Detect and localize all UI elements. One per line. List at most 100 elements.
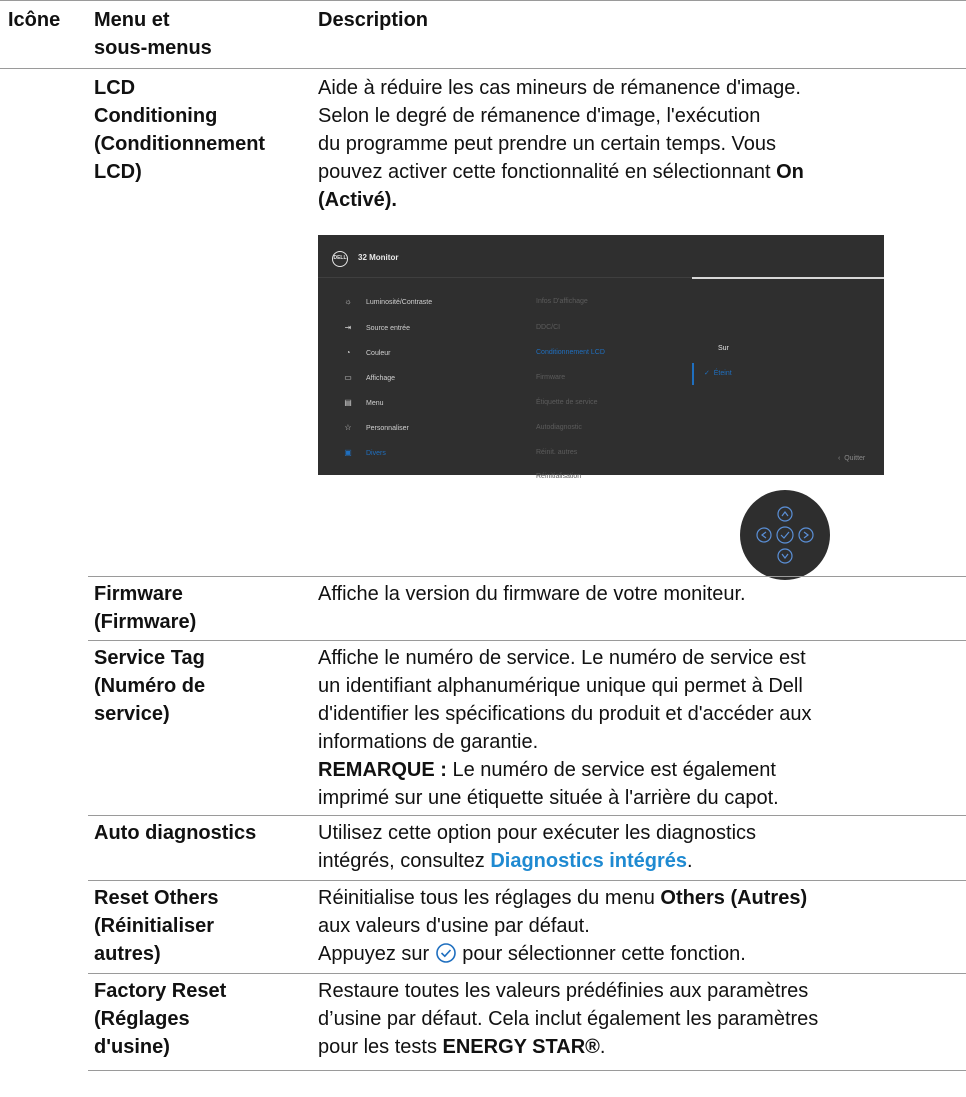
osd-item-label: Personnaliser [366,425,409,432]
desc-bold-active: (Activé). [318,189,397,211]
osd-item-display[interactable]: ▭ Affichage [342,372,522,384]
osd-sub-factory-reset[interactable]: Réinitialisation [536,471,581,483]
menu-line: (Conditionnement [94,133,266,155]
osd-item-label: Menu [366,400,384,407]
osd-item-menu[interactable]: ▤ Menu [342,397,522,409]
osd-item-brightness[interactable]: ☼ Luminosité/Contraste [342,296,522,308]
menu-reset-others: Reset Others (Réinitialiser autres) [94,884,316,968]
menu-line: service) [94,703,170,725]
desc-text: Appuyez sur [318,943,435,965]
osd-quit-label: Quitter [844,455,866,462]
row-rule [88,815,966,816]
osd-option-off[interactable]: ✓ Éteint [704,368,732,380]
desc-text: . [599,1036,606,1058]
joystick-icon [740,490,830,580]
desc-line: d'identifier les spécifications du produ… [318,703,812,725]
menu-line: d'usine) [94,1036,170,1058]
menu-line: Auto diagnostics [94,822,257,844]
osd-item-color[interactable]: ◔ Couleur [342,347,522,359]
menu-line: Reset Others [94,887,219,909]
note-text: Le numéro de service est également [446,759,776,781]
osd-sub-self-diagnostic[interactable]: Autodiagnostic [536,422,582,434]
osd-selection-bar [692,363,694,385]
desc-line: informations de garantie. [318,731,539,753]
menu-lcd-conditioning: LCD Conditioning (Conditionnement LCD) [94,74,316,186]
osd-item-personalize[interactable]: ☆ Personnaliser [342,422,522,434]
osd-sub-reset-others[interactable]: Réinit. autres [536,447,577,459]
osd-item-others[interactable]: ▣ Divers [342,447,522,459]
menu-line: (Réglages [94,1008,190,1030]
desc-line: imprimé sur une étiquette située à l'arr… [318,787,779,809]
menu-line: (Numéro de [94,675,206,697]
osd-quit-button[interactable]: ‹ Quitter [838,455,865,462]
row-rule [88,640,966,641]
osd-sub-lcd-conditioning[interactable]: Conditionnement LCD [536,347,605,359]
desc-line: Affiche le numéro de service. Le numéro … [318,647,806,669]
osd-item-input-source[interactable]: ⇥ Source entrée [342,322,522,334]
table-bottom-rule [88,1070,966,1071]
osd-sub-display-info[interactable]: Infos D'affichage [536,296,588,308]
diagnostics-link[interactable]: Diagnostics intégrés [490,850,687,872]
osd-title: 32 Monitor [358,253,399,262]
desc-bold: ENERGY STAR® [442,1036,600,1058]
menu-line: (Réinitialiser [94,915,215,937]
desc-reset-others: Réinitialise tous les réglages du menu O… [318,884,948,968]
joystick-arrows-icon [756,506,814,564]
desc-line: Réinitialise tous les réglages du menu O… [318,884,948,912]
osd-sub-firmware[interactable]: Firmware [536,372,565,384]
osd-monitor-menu: DELL 32 Monitor ☼ Luminosité/Contraste ⇥ S… [318,235,884,480]
desc-service-tag: Affiche le numéro de service. Le numéro … [318,644,948,812]
desc-line: pouvez activer cette fonctionnalité en s… [318,158,948,186]
header-rule [0,68,966,69]
color-icon: ◔ [345,348,351,357]
check-circle-icon [435,943,456,963]
desc-line: Utilisez cette option pour exécuter les … [318,822,757,844]
desc-text: Réinitialise tous les réglages du menu [318,887,661,909]
menu-icon: ▤ [344,398,352,407]
chevron-left-icon: ‹ [838,455,841,462]
desc-line: Appuyez sur pour sélectionner cette fonc… [318,940,948,968]
osd-sub-service-tag[interactable]: Étiquette de service [536,397,597,409]
menu-auto-diagnostics: Auto diagnostics [94,819,316,847]
desc-text: . [687,850,693,872]
desc-text: pour les tests [318,1036,443,1058]
others-icon: ▣ [344,448,352,457]
header-menu-line2: sous-menus [94,37,212,59]
menu-line: (Firmware) [94,611,197,633]
menu-line: Firmware [94,583,183,605]
menu-line: LCD [94,77,136,99]
osd-sub-ddcci[interactable]: DDC/CI [536,322,560,334]
brightness-icon: ☼ [344,297,352,306]
desc-line: pour les tests ENERGY STAR®. [318,1033,948,1061]
row-rule [88,576,966,577]
desc-text: intégrés, consultez [318,850,491,872]
menu-line: Service Tag [94,647,205,669]
osd-option-on[interactable]: Sur [718,343,729,355]
header-description: Description [318,9,429,31]
menu-firmware: Firmware (Firmware) [94,580,316,636]
note-line: REMARQUE : Le numéro de service est égal… [318,756,948,784]
osd-option-off-label: Éteint [713,370,732,377]
desc-line: intégrés, consultez Diagnostics intégrés… [318,847,948,875]
desc-line: d’usine par défaut. Cela inclut égalemen… [318,1008,819,1030]
row-rule [88,973,966,974]
desc-bold-on: On [776,161,804,183]
display-icon: ▭ [344,373,352,382]
desc-auto-diagnostics: Utilisez cette option pour exécuter les … [318,819,948,875]
input-source-icon: ⇥ [344,323,352,332]
star-icon: ☆ [344,423,352,432]
osd-item-label: Source entrée [366,325,410,332]
osd-item-label: Luminosité/Contraste [366,299,433,306]
menu-factory-reset: Factory Reset (Réglages d'usine) [94,977,316,1061]
header-menu-line1: Menu et [94,9,170,31]
osd-highlight-bar [692,277,884,279]
header-icon: Icône [8,9,61,31]
table-top-rule [0,0,966,1]
dell-logo-icon: DELL [332,251,348,267]
menu-service-tag: Service Tag (Numéro de service) [94,644,316,728]
menu-line: Conditioning [94,105,218,127]
desc-line: Affiche la version du firmware de votre … [318,583,746,605]
row-rule [88,880,966,881]
desc-line: Restaure toutes les valeurs prédéfinies … [318,980,809,1002]
desc-factory-reset: Restaure toutes les valeurs prédéfinies … [318,977,948,1061]
